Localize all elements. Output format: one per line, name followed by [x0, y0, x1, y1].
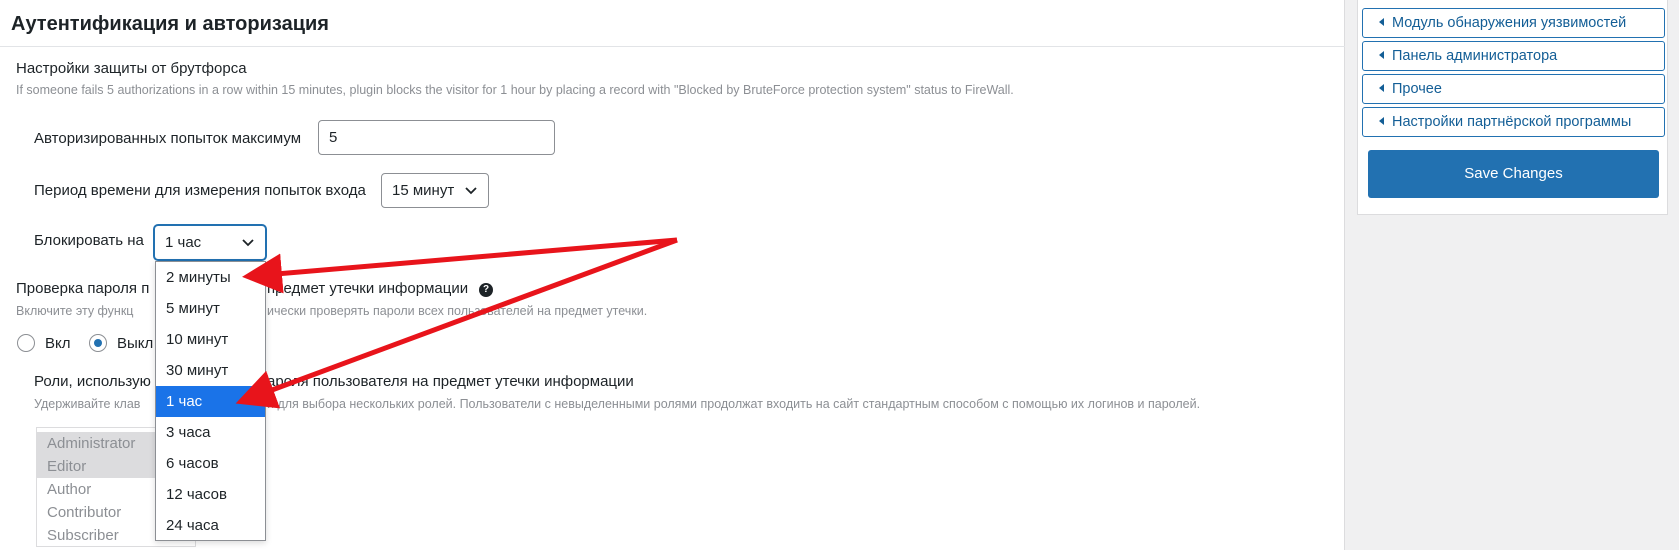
- leak-check-description-left: Включите эту функц: [16, 304, 134, 318]
- dropdown-option[interactable]: 12 часов: [156, 479, 265, 510]
- dropdown-option[interactable]: 10 минут: [156, 324, 265, 355]
- sidebar-link-misc[interactable]: Прочее: [1362, 74, 1665, 104]
- dropdown-option[interactable]: 3 часа: [156, 417, 265, 448]
- chevron-down-icon: [242, 239, 254, 247]
- block-select-value: 1 час: [165, 234, 202, 251]
- leak-check-title-left: Проверка пароля п: [16, 280, 150, 297]
- chevron-down-icon: [465, 187, 477, 195]
- sidebar-link-vulnerability[interactable]: Модуль обнаружения уязвимостей: [1362, 8, 1665, 38]
- leak-check-off-radio[interactable]: [89, 334, 107, 352]
- panel-title: Аутентификация и авторизация: [0, 0, 1345, 47]
- bruteforce-section-title: Настройки защиты от брутфорса: [16, 60, 247, 77]
- settings-sidebar: Модуль обнаружения уязвимостей Панель ад…: [1357, 0, 1668, 215]
- sidebar-link-affiliate[interactable]: Настройки партнёрской программы: [1362, 107, 1665, 137]
- dropdown-option[interactable]: 30 минут: [156, 355, 265, 386]
- save-changes-button[interactable]: Save Changes: [1368, 150, 1659, 198]
- period-select[interactable]: 15 минут: [381, 173, 489, 208]
- max-attempts-label: Авторизированных попыток максимум: [34, 130, 302, 147]
- leak-check-off-label: Выкл: [117, 335, 154, 352]
- caret-left-icon: [1379, 18, 1384, 26]
- dropdown-option[interactable]: 5 минут: [156, 293, 265, 324]
- sidebar-link-admin-panel[interactable]: Панель администратора: [1362, 41, 1665, 71]
- caret-left-icon: [1379, 51, 1384, 59]
- roles-title-right: ароля пользователя на предмет утечки инф…: [267, 373, 634, 390]
- roles-title-left: Роли, использую: [34, 373, 151, 390]
- roles-description-right: й для выбора нескольких ролей. Пользоват…: [267, 397, 1201, 411]
- block-label: Блокировать на: [34, 232, 144, 249]
- block-duration-dropdown[interactable]: 2 минуты 5 минут 10 минут 30 минут 1 час…: [155, 261, 266, 541]
- help-icon[interactable]: ?: [479, 283, 493, 297]
- leak-check-title-right: предмет утечки информации: [267, 280, 469, 297]
- caret-left-icon: [1379, 117, 1384, 125]
- roles-description-left: Удерживайте клав: [34, 397, 141, 411]
- max-attempts-input[interactable]: [318, 120, 555, 155]
- leak-check-on-label: Вкл: [45, 335, 71, 352]
- block-duration-select[interactable]: 1 час: [154, 225, 266, 260]
- sidebar-link-label: Модуль обнаружения уязвимостей: [1392, 15, 1627, 31]
- settings-main-panel: Аутентификация и авторизация Настройки з…: [0, 0, 1345, 550]
- dropdown-option-selected[interactable]: 1 час: [156, 386, 265, 417]
- dropdown-option[interactable]: 24 часа: [156, 510, 265, 541]
- bruteforce-description: If someone fails 5 authorizations in a r…: [16, 83, 1014, 97]
- leak-check-description-right: ически проверять пароли всех пользовател…: [267, 304, 648, 318]
- caret-left-icon: [1379, 84, 1384, 92]
- dropdown-option[interactable]: 6 часов: [156, 448, 265, 479]
- period-select-value: 15 минут: [392, 182, 455, 199]
- sidebar-link-label: Панель администратора: [1392, 48, 1558, 64]
- sidebar-link-label: Настройки партнёрской программы: [1392, 114, 1632, 130]
- dropdown-option[interactable]: 2 минуты: [156, 262, 265, 293]
- period-label: Период времени для измерения попыток вхо…: [34, 182, 366, 199]
- leak-check-on-radio[interactable]: [17, 334, 35, 352]
- sidebar-link-label: Прочее: [1392, 81, 1442, 97]
